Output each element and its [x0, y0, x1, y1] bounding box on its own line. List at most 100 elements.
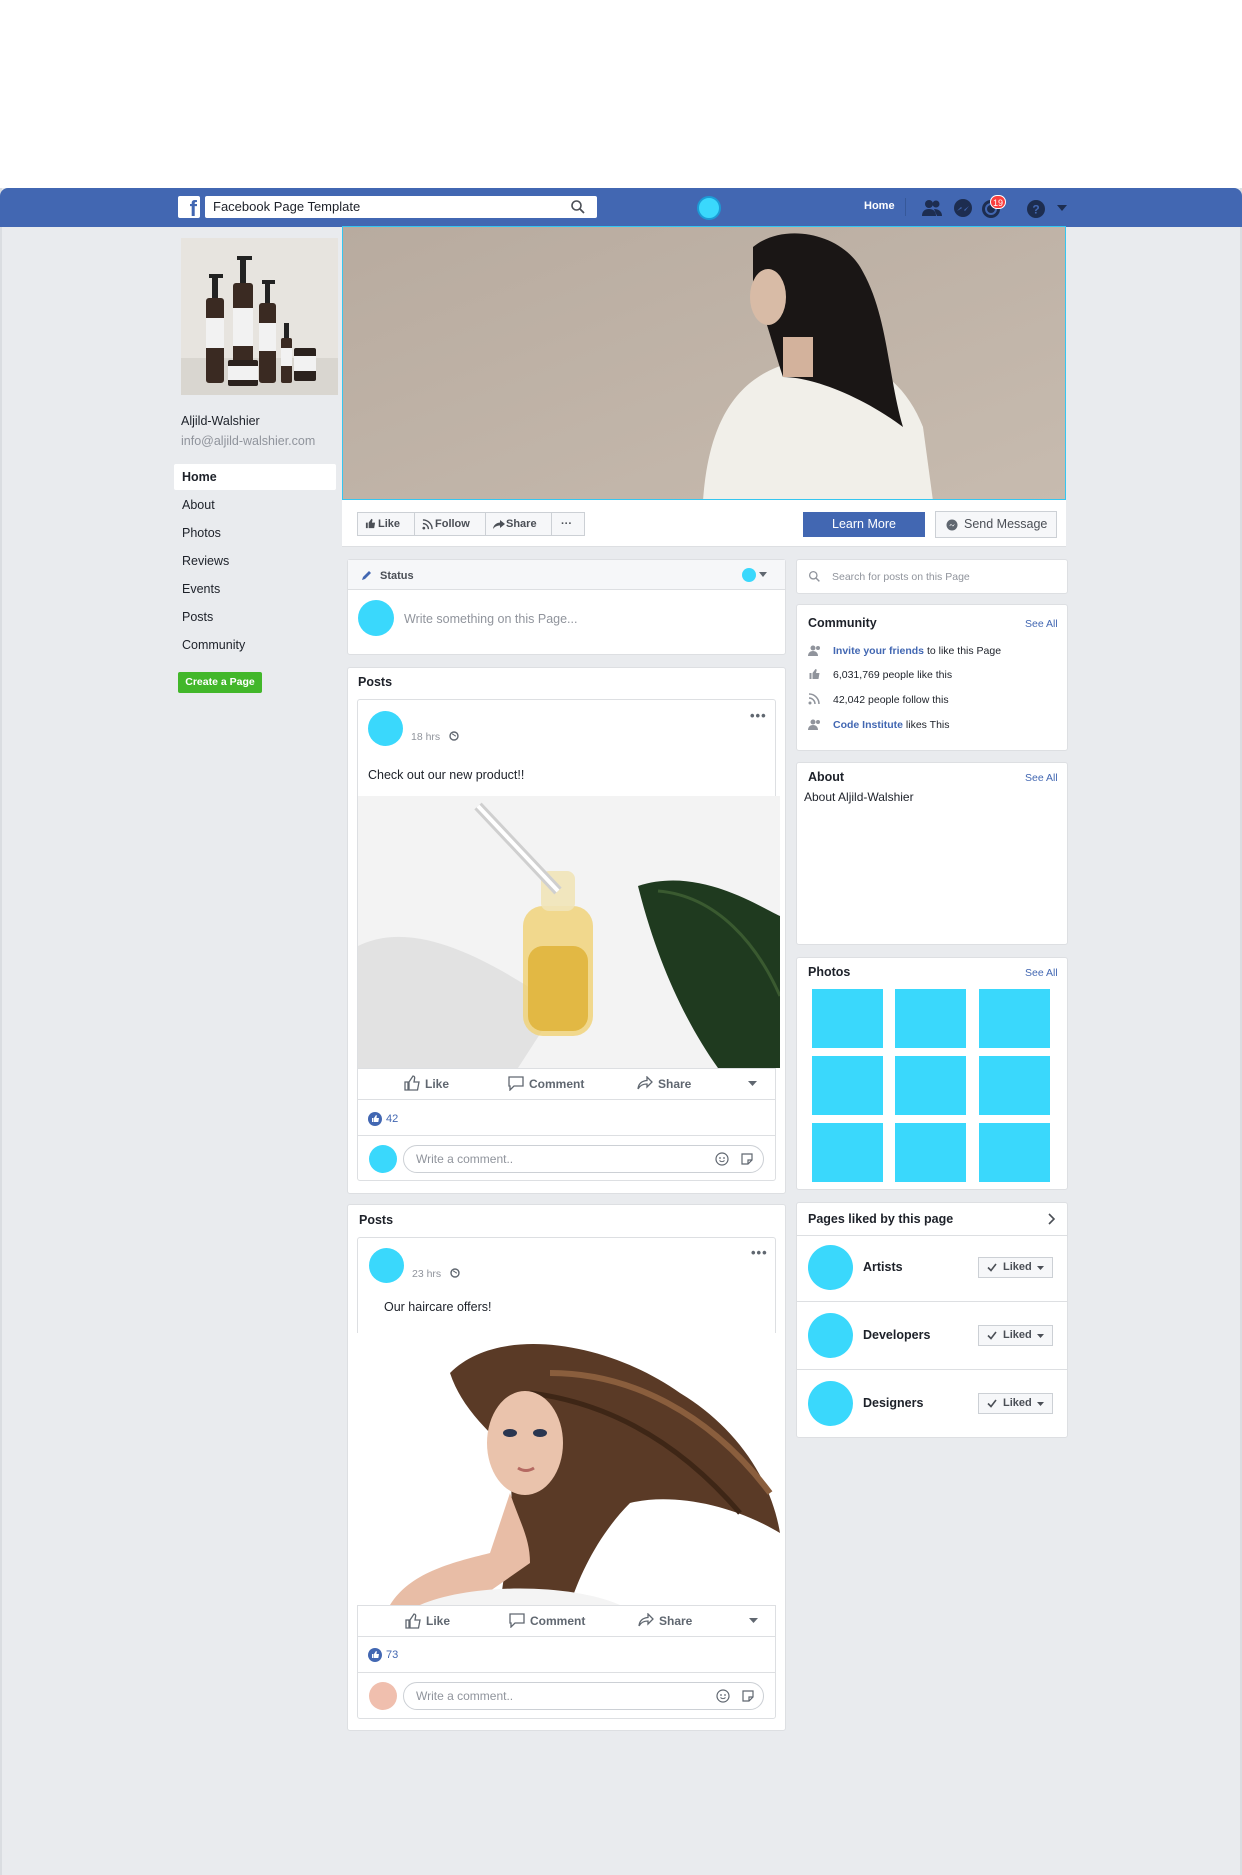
comment-input[interactable]: Write a comment.. [403, 1145, 764, 1173]
left-nav-about[interactable]: About [174, 492, 336, 518]
liked-page-name[interactable]: Artists [863, 1260, 903, 1274]
audience-chevron-icon[interactable] [748, 1081, 757, 1087]
cover-photo[interactable] [342, 226, 1066, 500]
rss-follow-icon [808, 693, 820, 705]
friend-requests-icon[interactable] [921, 197, 943, 219]
facebook-logo-icon[interactable]: f [178, 196, 200, 218]
profile-avatar[interactable] [697, 196, 721, 220]
photo-thumbnail[interactable] [895, 989, 966, 1048]
chevron-right-icon[interactable] [1048, 1213, 1056, 1225]
reaction-count[interactable]: 73 [386, 1649, 398, 1661]
emoji-icon[interactable] [715, 1152, 729, 1166]
chevron-down-icon[interactable] [759, 572, 767, 578]
friend-link[interactable]: Code Institute [833, 719, 903, 731]
status-tab-label[interactable]: Status [380, 570, 414, 582]
page-follow-button[interactable]: Follow [414, 512, 486, 536]
like-reaction-icon [368, 1112, 382, 1126]
photos-see-all-link[interactable]: See All [1025, 967, 1058, 979]
left-nav-community[interactable]: Community [174, 632, 336, 658]
photo-thumbnail[interactable] [812, 1123, 883, 1182]
like-thumb-icon [405, 1613, 421, 1629]
posts-section-title: Posts [358, 675, 393, 689]
sticker-icon[interactable] [741, 1689, 755, 1703]
liked-page-avatar[interactable] [808, 1245, 853, 1290]
page-post-search-input[interactable]: Search for posts on this Page [832, 571, 970, 583]
chevron-down-icon [1037, 1334, 1044, 1338]
post-comment-button[interactable]: Comment [530, 1614, 585, 1628]
post-share-button[interactable]: Share [658, 1077, 691, 1091]
post-divider [358, 1068, 776, 1069]
community-see-all-link[interactable]: See All [1025, 618, 1058, 630]
about-see-all-link[interactable]: See All [1025, 772, 1058, 784]
liked-toggle-button[interactable]: Liked [978, 1393, 1053, 1414]
search-icon [808, 570, 820, 582]
invite-friends-link[interactable]: Invite your friends [833, 645, 924, 657]
photo-thumbnail[interactable] [979, 989, 1050, 1048]
post-divider [358, 1135, 776, 1136]
global-search-input[interactable]: Facebook Page Template [205, 196, 597, 218]
page-email[interactable]: info@aljild-walshier.com [181, 434, 315, 448]
profile-picture[interactable] [181, 238, 338, 395]
search-icon[interactable] [570, 199, 586, 215]
liked-toggle-button[interactable]: Liked [978, 1325, 1053, 1346]
post-author-avatar[interactable] [369, 1248, 404, 1283]
likes-count-text: 6,031,769 people like this [833, 669, 953, 681]
photo-thumbnail[interactable] [979, 1056, 1050, 1115]
card-divider [797, 1301, 1067, 1302]
checkmark-icon [987, 1263, 997, 1272]
photo-thumbnail[interactable] [979, 1123, 1050, 1182]
nav-home-link[interactable]: Home [864, 200, 895, 212]
page-post-search[interactable]: Search for posts on this Page [796, 559, 1068, 594]
photos-card: Photos See All [796, 957, 1068, 1190]
page-more-button[interactable]: ··· [551, 512, 585, 536]
left-nav-home[interactable]: Home [174, 464, 336, 490]
left-nav-events[interactable]: Events [174, 576, 336, 602]
help-icon[interactable]: ? [1025, 198, 1047, 220]
learn-more-button[interactable]: Learn More [803, 512, 925, 537]
reaction-count[interactable]: 42 [386, 1113, 398, 1125]
left-nav-posts[interactable]: Posts [174, 604, 336, 630]
comment-bubble-icon [508, 1076, 524, 1091]
page-like-button[interactable]: Like [357, 512, 415, 536]
photo-thumbnail[interactable] [812, 1056, 883, 1115]
create-page-button[interactable]: Create a Page [178, 672, 262, 693]
send-message-button[interactable]: Send Message [935, 511, 1057, 538]
left-nav-photos[interactable]: Photos [174, 520, 336, 546]
share-arrow-icon [493, 520, 505, 529]
liked-page-avatar[interactable] [808, 1313, 853, 1358]
friend-likes-text: likes This [903, 719, 950, 731]
post-comment-button[interactable]: Comment [529, 1077, 584, 1091]
post-timestamp[interactable]: 18 hrs [411, 731, 440, 743]
chevron-down-icon [1037, 1402, 1044, 1406]
post-like-button[interactable]: Like [425, 1077, 449, 1091]
account-menu-chevron-icon[interactable] [1056, 203, 1068, 213]
posting-as-avatar[interactable] [742, 568, 756, 582]
messenger-icon[interactable] [952, 198, 974, 220]
status-input[interactable]: Write something on this Page... [404, 612, 577, 626]
post-options-icon[interactable]: ••• [750, 708, 767, 723]
post-options-icon[interactable]: ••• [751, 1245, 768, 1260]
post-image[interactable] [350, 1333, 781, 1605]
post-author-avatar[interactable] [368, 711, 403, 746]
liked-page-name[interactable]: Developers [863, 1328, 930, 1342]
comment-input[interactable]: Write a comment.. [403, 1682, 764, 1710]
photo-thumbnail[interactable] [895, 1123, 966, 1182]
sticker-icon[interactable] [740, 1152, 754, 1166]
emoji-icon[interactable] [716, 1689, 730, 1703]
photo-thumbnail[interactable] [812, 989, 883, 1048]
audience-chevron-icon[interactable] [749, 1618, 758, 1624]
post-timestamp[interactable]: 23 hrs [412, 1268, 441, 1280]
commenter-avatar [369, 1145, 397, 1173]
liked-page-name[interactable]: Designers [863, 1396, 923, 1410]
chevron-down-icon [1037, 1266, 1044, 1270]
cover-woman-image [343, 227, 1065, 499]
post-image[interactable] [358, 796, 780, 1068]
page-share-button[interactable]: Share [485, 512, 552, 536]
liked-toggle-button[interactable]: Liked [978, 1257, 1053, 1278]
pages-liked-title[interactable]: Pages liked by this page [808, 1212, 953, 1226]
post-like-button[interactable]: Like [426, 1614, 450, 1628]
liked-page-avatar[interactable] [808, 1381, 853, 1426]
left-nav-reviews[interactable]: Reviews [174, 548, 336, 574]
photo-thumbnail[interactable] [895, 1056, 966, 1115]
post-share-button[interactable]: Share [659, 1614, 692, 1628]
